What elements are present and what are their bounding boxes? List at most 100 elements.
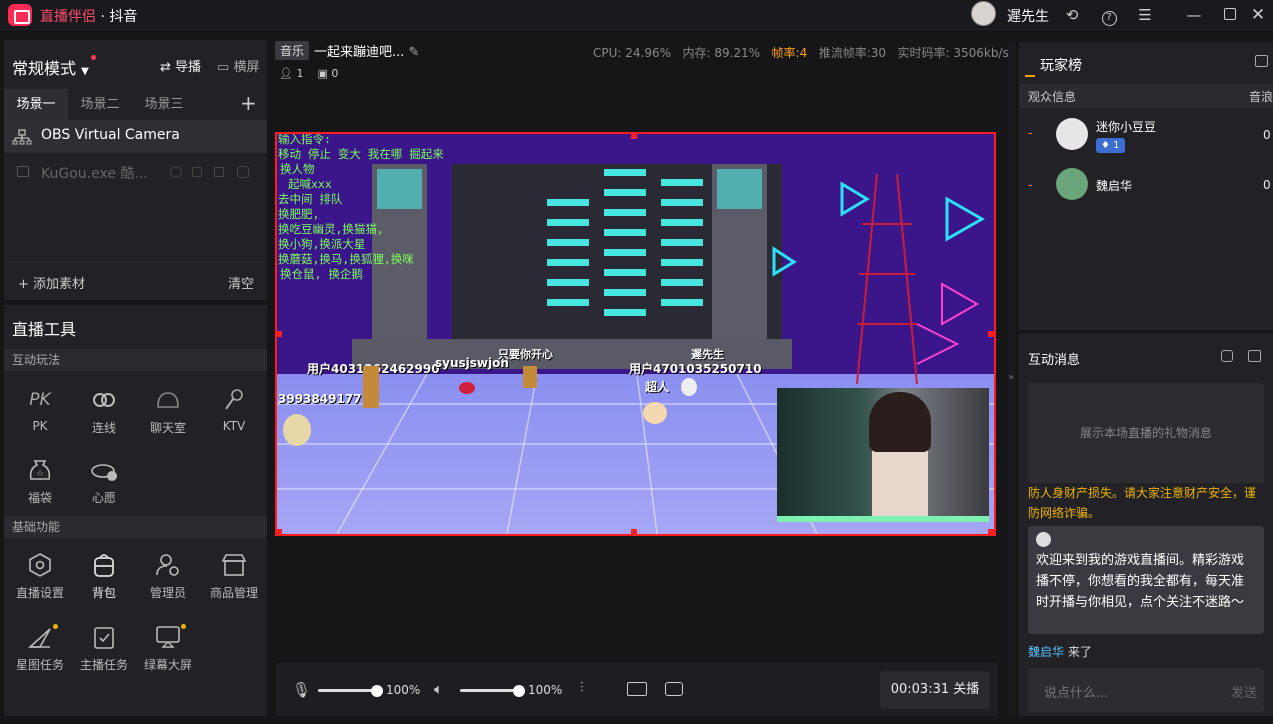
perf-stats: CPU: 24.96% 内存: 89.21% 帧率:4 推流帧率:30 实时码率… xyxy=(593,46,1009,60)
tool-chatroom[interactable]: 聊天室 xyxy=(138,385,198,445)
hamster-avatar xyxy=(643,402,667,424)
stream-title[interactable]: 一起来蹦迪吧... ✎ xyxy=(314,41,419,60)
backpack-icon xyxy=(87,550,121,580)
fan-badge: ♦ 1 xyxy=(1096,138,1125,153)
source-item[interactable]: OBS Virtual Camera xyxy=(4,121,267,153)
source-name: OBS Virtual Camera xyxy=(41,127,180,143)
resize-handle[interactable] xyxy=(631,133,637,139)
tab-scene-1[interactable]: 场景一 xyxy=(4,89,68,121)
player-label: 只要你开心 xyxy=(498,348,553,361)
leaderboard-row[interactable]: - 魏启华 0 xyxy=(1019,168,1273,208)
source-item[interactable]: KuGou.exe 酷... xyxy=(4,153,267,191)
resize-handle[interactable] xyxy=(276,331,282,337)
category-tag[interactable]: 音乐 xyxy=(275,41,310,60)
edit-icon[interactable]: ✎ xyxy=(409,45,420,60)
tool-ktv[interactable]: KTV xyxy=(204,385,264,445)
minimize-icon[interactable]: — xyxy=(1184,5,1204,25)
live-preview[interactable]: 输入指令: 移动 停止 变大 我在哪 掘起来 换人物 起喊xxx 去中间 排队 换肥肥, 换… xyxy=(275,132,996,536)
add-scene-button[interactable]: + xyxy=(240,91,257,115)
resize-handle[interactable] xyxy=(988,529,994,535)
panel-splitter[interactable]: » xyxy=(1008,42,1016,716)
player-label: 用户4701035250710 xyxy=(629,362,762,376)
player-label: 超人 xyxy=(645,380,670,394)
giraffe-avatar xyxy=(523,366,537,388)
tool-host-task[interactable]: 主播任务 xyxy=(74,622,134,682)
visibility-icon[interactable] xyxy=(170,166,182,178)
mic-volume-slider[interactable] xyxy=(318,689,378,692)
refresh-icon[interactable]: ⟲ xyxy=(1062,5,1082,25)
user-avatar[interactable] xyxy=(971,1,996,26)
star-task-icon xyxy=(23,622,57,652)
tool-connect[interactable]: 连线 xyxy=(74,385,134,445)
help-icon[interactable]: ? xyxy=(1099,5,1119,26)
maximize-icon[interactable] xyxy=(1220,5,1240,25)
microphone-icon xyxy=(217,385,251,415)
mode-selector[interactable]: 常规模式 ▼ xyxy=(12,55,89,79)
delete-icon[interactable] xyxy=(214,167,224,177)
popout-icon[interactable] xyxy=(1248,350,1261,362)
menu-icon[interactable]: ☰ xyxy=(1135,5,1155,25)
resize-handle[interactable] xyxy=(276,529,282,535)
messages-panel: 互动消息 展示本场直播的礼物消息 防人身财产损失。请大家注意财产安全，谨防网络诈… xyxy=(1019,333,1273,716)
tool-backpack[interactable]: 背包 xyxy=(74,550,134,610)
tool-admin[interactable]: 管理员 xyxy=(138,550,198,610)
popout-icon[interactable] xyxy=(1255,55,1268,67)
collapse-icon[interactable]: » xyxy=(1008,372,1014,383)
add-source-button[interactable]: + 添加素材 xyxy=(18,273,85,292)
leaderboard-row[interactable]: - 迷你小豆豆 ♦ 1 0 xyxy=(1019,114,1273,160)
send-button[interactable]: 发送 xyxy=(1231,682,1257,701)
end-live-button[interactable]: 00:03:31 关播 xyxy=(880,671,990,709)
col-audience: 观众信息 xyxy=(1028,90,1077,104)
link-icon xyxy=(87,385,121,415)
camera-overlay[interactable] xyxy=(777,388,989,522)
avatar xyxy=(1036,532,1051,547)
title-accent xyxy=(1025,75,1035,77)
window-source-icon xyxy=(17,166,29,177)
user-name[interactable]: 遲先生 xyxy=(1007,6,1049,26)
resize-handle[interactable] xyxy=(988,331,994,337)
mixer-icon[interactable]: ⫶ xyxy=(580,680,584,696)
title-bar: 直播伴侣 · 抖音 遲先生 ⟲ ? ☰ — ✕ xyxy=(0,0,1273,30)
tool-lucky-bag[interactable]: ☆ 福袋 xyxy=(10,455,70,515)
speaker-volume-knob[interactable] xyxy=(513,685,525,697)
landscape-button[interactable]: ▭ 横屏 xyxy=(217,56,259,75)
welcome-message: 欢迎来到我的游戏直播间。精彩游戏播不停，你想看的我全都有，每天准时开播与你相见，… xyxy=(1028,526,1264,634)
camera-edge xyxy=(777,516,989,522)
section-basic: 基础功能 xyxy=(4,516,267,538)
gift-message-area: 展示本场直播的礼物消息 xyxy=(1028,383,1264,483)
tab-scene-3[interactable]: 场景三 xyxy=(132,89,196,121)
tool-live-settings[interactable]: 直播设置 xyxy=(10,550,70,610)
clipboard-check-icon xyxy=(87,622,121,652)
tool-greenscreen[interactable]: 绿幕大屏 xyxy=(138,622,198,682)
guide-button[interactable]: ⇄ 导播 xyxy=(160,56,201,75)
character-avatar xyxy=(681,378,697,396)
join-message: 魏启华 来了 xyxy=(1028,645,1092,659)
avatar xyxy=(1056,168,1088,200)
chat-input[interactable]: 说点什么... 发送 xyxy=(1028,668,1264,712)
player-label: 3993849177 xyxy=(278,392,362,406)
mic-volume-knob[interactable] xyxy=(371,685,383,697)
viewer-stats: 👤︎ 1 ▣ 0 xyxy=(279,67,339,80)
safety-warning: 防人身财产损失。请大家注意财产安全，谨防网络诈骗。 xyxy=(1028,486,1257,520)
source-name: KuGou.exe 酷... xyxy=(41,166,148,182)
col-score: 音浪 xyxy=(1249,90,1273,104)
tab-scene-2[interactable]: 场景二 xyxy=(68,89,132,121)
settings-icon[interactable] xyxy=(1221,350,1233,362)
microphone-icon[interactable]: 🎙︎ xyxy=(292,681,311,699)
speaker-volume-slider[interactable] xyxy=(460,689,520,692)
settings-icon[interactable] xyxy=(237,166,249,178)
resize-handle[interactable] xyxy=(631,529,637,535)
close-icon[interactable]: ✕ xyxy=(1248,5,1268,25)
clear-sources-button[interactable]: 清空 xyxy=(228,273,254,292)
tool-wish[interactable]: 心愿 xyxy=(74,455,134,515)
mic-volume-value: 100% xyxy=(386,683,421,697)
record-icon[interactable] xyxy=(665,682,683,696)
tool-pk[interactable]: PK PK xyxy=(10,385,70,445)
screen-icon xyxy=(151,622,185,652)
tool-product-mgmt[interactable]: 商品管理 xyxy=(204,550,264,610)
store-icon xyxy=(217,550,251,580)
speaker-icon[interactable]: 🔈︎ xyxy=(434,680,443,698)
screenshot-icon[interactable] xyxy=(627,682,647,696)
lock-icon[interactable] xyxy=(192,167,202,177)
tool-star-task[interactable]: 星图任务 xyxy=(10,622,70,682)
